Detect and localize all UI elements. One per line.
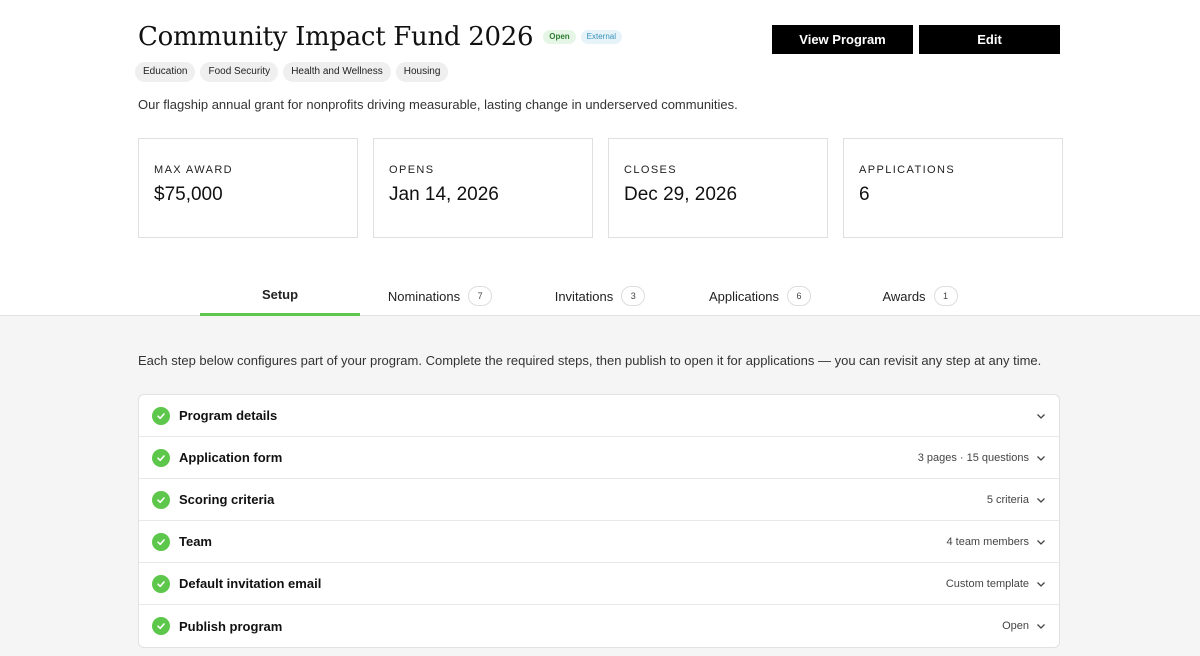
tab-count-badge: 1 [933, 286, 958, 306]
step-default-invitation-email[interactable]: Default invitation email Custom template [139, 563, 1059, 605]
chevron-down-icon[interactable] [1035, 410, 1047, 422]
stat-card-max-award: MAX AWARD $75,000 [138, 138, 358, 238]
visibility-badge: External [580, 30, 623, 44]
tab-label: Awards [882, 288, 926, 304]
check-circle-icon [152, 617, 170, 635]
tab-awards[interactable]: Awards 1 [840, 276, 1000, 316]
stat-label: MAX AWARD [154, 164, 234, 176]
status-badge: Open [543, 30, 576, 44]
step-publish-program[interactable]: Publish program Open [139, 605, 1059, 647]
check-circle-icon [152, 574, 170, 593]
program-description: Our flagship annual grant for nonprofits… [138, 97, 738, 112]
tag: Food Security [200, 62, 279, 82]
tab-bar: Setup Nominations 7 Invitations 3 Applic… [0, 276, 1200, 316]
step-name: Scoring criteria [179, 492, 275, 507]
chevron-down-icon[interactable] [1035, 620, 1047, 632]
step-name: Default invitation email [179, 576, 322, 591]
chevron-down-icon[interactable] [1035, 578, 1047, 590]
stat-value: $75,000 [154, 184, 223, 205]
tag-list: Education Food Security Health and Welln… [135, 62, 449, 82]
view-program-button[interactable]: View Program [772, 25, 913, 54]
tab-applications[interactable]: Applications 6 [680, 276, 840, 316]
tab-count-badge: 7 [468, 286, 493, 306]
check-circle-icon [152, 448, 170, 467]
setup-panel: Each step below configures part of your … [0, 316, 1200, 656]
tab-label: Nominations [387, 288, 461, 304]
setup-step-list: Program details Application form 3 pages… [138, 394, 1060, 648]
step-name: Team [179, 534, 212, 549]
step-meta: Open [1002, 620, 1029, 632]
stat-value: 6 [859, 184, 870, 205]
chevron-down-icon[interactable] [1035, 452, 1047, 464]
step-scoring-criteria[interactable]: Scoring criteria 5 criteria [139, 479, 1059, 521]
stat-value: Dec 29, 2026 [624, 184, 738, 205]
tag: Health and Wellness [283, 62, 391, 82]
tab-label: Setup [261, 287, 299, 302]
stat-label: CLOSES [624, 164, 678, 176]
step-meta: 5 criteria [986, 493, 1029, 506]
stat-cards: MAX AWARD $75,000 OPENS Jan 14, 2026 CLO… [138, 138, 1063, 238]
title-row: Community Impact Fund 2026 Open External [138, 22, 623, 52]
page-title: Community Impact Fund 2026 [138, 22, 534, 52]
tab-label: Applications [708, 288, 780, 304]
stat-label: APPLICATIONS [859, 164, 956, 176]
step-name: Publish program [179, 618, 283, 634]
step-application-form[interactable]: Application form 3 pages · 15 questions [139, 437, 1059, 479]
step-team[interactable]: Team 4 team members [139, 521, 1059, 563]
step-name: Program details [179, 408, 278, 423]
step-meta: 4 team members [946, 535, 1029, 548]
check-circle-icon [152, 490, 170, 509]
tab-label: Invitations [554, 288, 614, 304]
check-circle-icon [152, 406, 170, 425]
stat-card-opens: OPENS Jan 14, 2026 [373, 138, 593, 238]
step-meta: 3 pages · 15 questions [917, 451, 1029, 464]
stat-card-closes: CLOSES Dec 29, 2026 [608, 138, 828, 238]
step-program-details[interactable]: Program details [139, 395, 1059, 437]
step-meta: Custom template [945, 577, 1029, 590]
chevron-down-icon[interactable] [1035, 536, 1047, 548]
tab-invitations[interactable]: Invitations 3 [520, 276, 680, 316]
check-circle-icon [152, 532, 170, 551]
stat-card-applications: APPLICATIONS 6 [843, 138, 1063, 238]
tab-setup[interactable]: Setup [200, 276, 360, 316]
program-header: Community Impact Fund 2026 Open External… [0, 0, 1200, 316]
tab-count-badge: 6 [787, 286, 812, 306]
stat-value: Jan 14, 2026 [389, 184, 499, 205]
setup-intro: Each step below configures part of your … [138, 353, 1042, 368]
tab-count-badge: 3 [621, 286, 646, 306]
tag: Housing [395, 62, 449, 82]
edit-button[interactable]: Edit [919, 25, 1060, 54]
step-name: Application form [179, 450, 283, 465]
tab-nominations[interactable]: Nominations 7 [360, 276, 520, 316]
tag: Education [135, 62, 196, 82]
stat-label: OPENS [389, 164, 435, 176]
chevron-down-icon[interactable] [1035, 494, 1047, 506]
